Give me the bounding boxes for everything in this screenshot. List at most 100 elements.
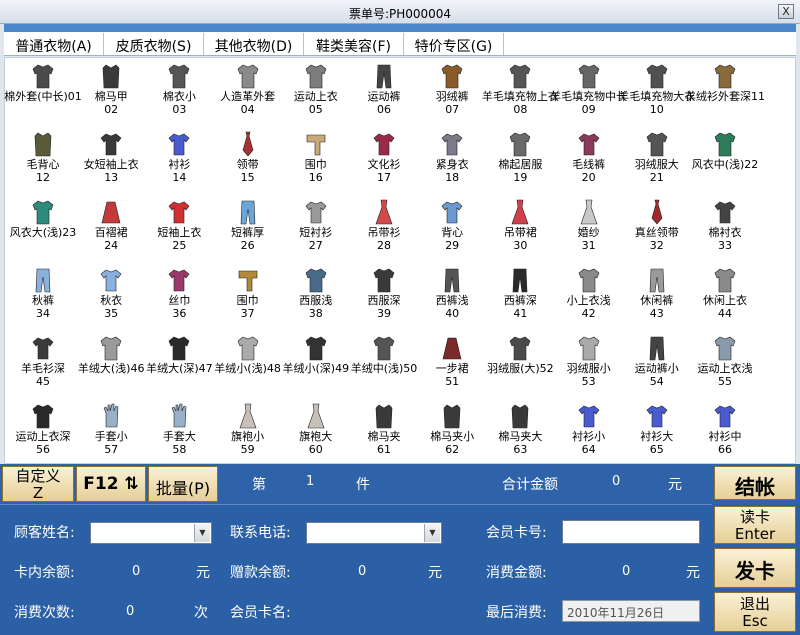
clothing-item[interactable]: 吊带裙 30: [484, 196, 556, 256]
spend-count-unit: 次: [194, 605, 208, 621]
garment-icon: [31, 62, 55, 90]
clothing-item[interactable]: 羊绒中(浅)50: [348, 332, 420, 392]
clothing-item[interactable]: 羊绒大(浅)46: [75, 332, 147, 392]
clothing-item[interactable]: 小上衣浅 42: [553, 264, 625, 324]
clothing-item[interactable]: 围巾 16: [280, 128, 352, 188]
clothing-item[interactable]: 衬衫大 65: [621, 400, 693, 460]
clothing-item[interactable]: 一步裙 51: [416, 332, 488, 392]
phone-combo[interactable]: ▼: [306, 522, 442, 544]
clothing-item[interactable]: 运动上衣浅 55: [689, 332, 761, 392]
clothing-item[interactable]: 运动上衣深 56: [7, 400, 79, 460]
clothing-item[interactable]: 背心 29: [416, 196, 488, 256]
read-card-button[interactable]: 读卡 Enter: [714, 506, 796, 544]
clothing-item[interactable]: 运动裤 06: [348, 60, 420, 120]
garment-icon: [236, 266, 260, 294]
clothing-item[interactable]: 丝巾 36: [143, 264, 215, 324]
clothing-item[interactable]: 羊绒小(浅)48: [212, 332, 284, 392]
clothing-item[interactable]: 女短袖上衣 13: [75, 128, 147, 188]
clothing-item[interactable]: 西服浅 38: [280, 264, 352, 324]
garment-icon: [236, 198, 260, 226]
garment-icon: [645, 62, 669, 90]
exit-button[interactable]: 退出 Esc: [714, 592, 796, 632]
clothing-item[interactable]: 风衣大(浅)23: [7, 196, 79, 256]
clothing-item-label: 衬衫中 66: [708, 430, 742, 456]
spend-amount-value: 0: [622, 564, 631, 579]
clothing-item[interactable]: 羽绒裤 07: [416, 60, 488, 120]
clothing-item[interactable]: 西裤浅 40: [416, 264, 488, 324]
clothing-item[interactable]: 秋裤 34: [7, 264, 79, 324]
status-di-label: 第: [252, 477, 266, 493]
clothing-item[interactable]: 紧身衣 18: [416, 128, 488, 188]
clothing-item[interactable]: 毛背心 12: [7, 128, 79, 188]
clothing-item[interactable]: 短裤厚 26: [212, 196, 284, 256]
clothing-item[interactable]: 棉马夹 61: [348, 400, 420, 460]
chevron-down-icon[interactable]: ▼: [194, 524, 210, 542]
clothing-item[interactable]: 文化衫 17: [348, 128, 420, 188]
tab-shoe-care[interactable]: 鞋类美容(F): [304, 33, 404, 55]
batch-button[interactable]: 批量(P): [148, 466, 218, 502]
tab-other-clothes[interactable]: 其他衣物(D): [204, 33, 304, 55]
clothing-item[interactable]: 婚纱 31: [553, 196, 625, 256]
garment-icon: [508, 198, 532, 226]
clothing-item[interactable]: 羊绒衫外套深11: [685, 60, 765, 120]
clothing-item[interactable]: 衬衫 14: [143, 128, 215, 188]
clothing-item[interactable]: 羽绒服大 21: [621, 128, 693, 188]
chevron-down-icon[interactable]: ▼: [424, 524, 440, 542]
clothing-item[interactable]: 百褶裙 24: [75, 196, 147, 256]
customer-form: 顾客姓名: ▼ 联系电话: ▼ 会员卡号: 卡内余额: 0 元 赠款余额: 0 …: [0, 504, 712, 635]
total-amount-label: 合计金额: [502, 477, 558, 493]
clothing-item[interactable]: 围巾 37: [212, 264, 284, 324]
window-title: 票单号:PH000004: [348, 7, 452, 21]
tab-leather-clothes[interactable]: 皮质衣物(S): [104, 33, 204, 55]
f12-sort-button[interactable]: F12 ⇅: [76, 466, 146, 502]
close-button[interactable]: X: [778, 4, 794, 19]
clothing-item[interactable]: 短衬衫 27: [280, 196, 352, 256]
clothing-item[interactable]: 毛线裤 20: [553, 128, 625, 188]
clothing-item[interactable]: 运动裤小 54: [621, 332, 693, 392]
clothing-item[interactable]: 风衣中(浅)22: [689, 128, 761, 188]
clothing-item[interactable]: 棉马甲 02: [75, 60, 147, 120]
clothing-item[interactable]: 羊毛衫深 45: [7, 332, 79, 392]
clothing-item[interactable]: 羊绒小(深)49: [280, 332, 352, 392]
garment-icon: [236, 402, 260, 430]
clothing-item[interactable]: 羊毛填充物上衣08: [482, 60, 559, 120]
tab-special-offers[interactable]: 特价专区(G): [404, 33, 504, 55]
checkout-button[interactable]: 结帐: [714, 466, 796, 500]
clothing-item[interactable]: 棉外套(中长)01: [4, 60, 82, 120]
clothing-item[interactable]: 棉衬衣 33: [689, 196, 761, 256]
clothing-item[interactable]: 人造革外套 04: [212, 60, 284, 120]
clothing-item[interactable]: 秋衣 35: [75, 264, 147, 324]
clothing-item[interactable]: 衬衫小 64: [553, 400, 625, 460]
clothing-item[interactable]: 羊绒大(深)47: [143, 332, 215, 392]
clothing-item[interactable]: 吊带衫 28: [348, 196, 420, 256]
clothing-item[interactable]: 旗袍大 60: [280, 400, 352, 460]
clothing-item[interactable]: 棉起居服 19: [484, 128, 556, 188]
custom-button[interactable]: 自定义 Z: [2, 466, 74, 502]
clothing-item[interactable]: 羊毛填充物大衣10: [618, 60, 695, 120]
clothing-item[interactable]: 领带 15: [212, 128, 284, 188]
clothing-item[interactable]: 棉衣小 03: [143, 60, 215, 120]
clothing-item[interactable]: 衬衫中 66: [689, 400, 761, 460]
clothing-item[interactable]: 西裤深 41: [484, 264, 556, 324]
clothing-item[interactable]: 短袖上衣 25: [143, 196, 215, 256]
clothing-item[interactable]: 手套大 58: [143, 400, 215, 460]
clothing-item[interactable]: 西服深 39: [348, 264, 420, 324]
clothing-item[interactable]: 羽绒服(大)52: [484, 332, 556, 392]
clothing-item[interactable]: 羽绒服小 53: [553, 332, 625, 392]
clothing-item[interactable]: 棉马夹小 62: [416, 400, 488, 460]
last-spend-date: 2010年11月26日: [562, 600, 700, 622]
customer-name-combo[interactable]: ▼: [90, 522, 212, 544]
member-card-input[interactable]: [562, 520, 700, 544]
clothing-item[interactable]: 旗袍小 59: [212, 400, 284, 460]
issue-card-button[interactable]: 发卡: [714, 548, 796, 588]
clothing-item[interactable]: 棉马夹大 63: [484, 400, 556, 460]
clothing-item[interactable]: 羊毛填充物中长09: [550, 60, 627, 120]
clothing-item[interactable]: 真丝领带 32: [621, 196, 693, 256]
clothing-item[interactable]: 手套小 57: [75, 400, 147, 460]
clothing-item[interactable]: 休闲裤 43: [621, 264, 693, 324]
tab-normal-clothes[interactable]: 普通衣物(A): [4, 33, 104, 55]
status-jian-label: 件: [356, 477, 370, 493]
clothing-item[interactable]: 休闲上衣 44: [689, 264, 761, 324]
clothing-item[interactable]: 运动上衣 05: [280, 60, 352, 120]
garment-icon: [440, 402, 464, 430]
